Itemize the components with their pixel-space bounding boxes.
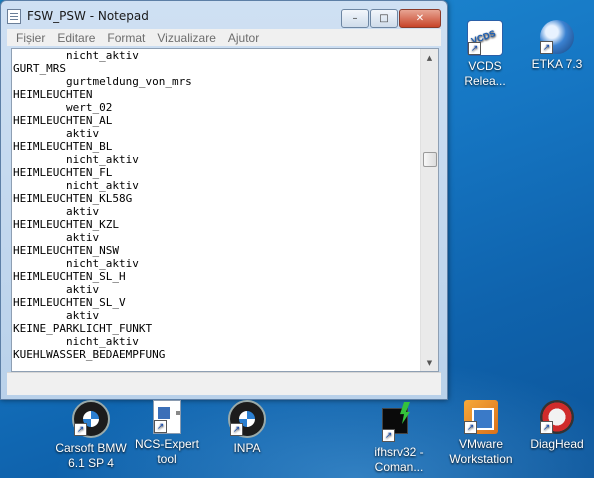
title-bar[interactable]: FSW_PSW - Notepad – □ ✕ [1, 1, 447, 29]
maximize-button[interactable]: □ [370, 9, 398, 28]
editor-line: gurtmeldung_von_mrs [13, 75, 192, 88]
desktop-icon-label: ifhsrv32 - Coman... [374, 445, 424, 474]
desktop-icon-label: INPA [233, 441, 261, 455]
editor-line: aktiv [13, 309, 100, 322]
menu-view[interactable]: Vizualizare [157, 31, 215, 45]
menu-file[interactable]: Fișier [16, 31, 45, 45]
editor-content[interactable]: nicht_aktiv GURT_MRS gurtmeldung_von_mrs H… [13, 49, 420, 361]
shortcut-arrow-icon: ↗ [154, 420, 167, 433]
editor-line: HEIMLEUCHTEN_SL_H [13, 270, 126, 283]
window-bottom-frame [7, 372, 441, 395]
editor-line: nicht_aktiv [13, 257, 139, 270]
editor-line: HEIMLEUCHTEN_FL [13, 166, 113, 179]
shortcut-arrow-icon: ↗ [74, 423, 87, 436]
desktop-icon-label: VCDS Releа... [464, 59, 506, 88]
desktop-icon-label: Carsoft BMW 6.1 SP 4 [55, 441, 127, 470]
notepad-window[interactable]: FSW_PSW - Notepad – □ ✕ Fișier Editare F… [0, 0, 448, 400]
desktop-icon-inpa[interactable]: ↗ INPA [210, 400, 284, 456]
bmw-logo-icon: ↗ [72, 400, 110, 438]
editor-line: aktiv [13, 127, 100, 140]
desktop-icon-label: NCS-Expert tool [134, 437, 199, 466]
notepad-app-icon[interactable] [7, 9, 21, 24]
shortcut-arrow-icon: ↗ [540, 421, 553, 434]
menu-bar: Fișier Editare Format Vizualizare Ajutor [7, 29, 441, 46]
minimize-button[interactable]: – [341, 9, 369, 28]
desktop-icon-label: DiagHead [530, 437, 584, 451]
bmw-logo-icon: ↗ [228, 400, 266, 438]
menu-format[interactable]: Format [107, 31, 145, 45]
editor-line: HEIMLEUCHTEN_NSW [13, 244, 119, 257]
editor-line: nicht_aktiv [13, 49, 139, 62]
desktop-icon-label: VMware Workstation [449, 437, 513, 466]
desktop-icon-vmware[interactable]: ↗ VMware Workstation [442, 400, 520, 467]
desktop-icon-ifhsrv32[interactable]: ↗ ifhsrv32 - Coman... [362, 400, 436, 475]
text-editor[interactable]: nicht_aktiv GURT_MRS gurtmeldung_von_mrs H… [11, 48, 439, 372]
editor-line: HEIMLEUCHTEN_AL [13, 114, 113, 127]
editor-line: GURT_MRS [13, 62, 66, 75]
editor-line: HEIMLEUCHTEN_SL_V [13, 296, 126, 309]
desktop-icon-carsoft[interactable]: ↗ Carsoft BMW 6.1 SP 4 [52, 400, 130, 471]
editor-line: KUEHLWASSER_BEDAEMPFUNG [13, 348, 166, 361]
ncs-expert-icon: ↗ [153, 400, 181, 434]
editor-line: nicht_aktiv [13, 179, 139, 192]
diaghead-icon: ↗ [540, 400, 574, 434]
ifhsrv32-icon: ↗ [382, 408, 416, 442]
scroll-up-arrow-icon[interactable]: ▲ [421, 49, 438, 66]
shortcut-arrow-icon: ↗ [540, 41, 553, 54]
scroll-thumb[interactable] [423, 152, 437, 167]
editor-line: KEINE_PARKLICHT_FUNKT [13, 322, 153, 335]
shortcut-arrow-icon: ↗ [382, 429, 395, 442]
desktop-icon-etka[interactable]: ↗ ETKA 7.3 [520, 20, 594, 72]
shortcut-arrow-icon: ↗ [464, 421, 477, 434]
editor-line: aktiv [13, 205, 100, 218]
editor-line: nicht_aktiv [13, 153, 139, 166]
editor-line: HEIMLEUCHTEN [13, 88, 93, 101]
close-button[interactable]: ✕ [399, 9, 441, 28]
desktop-icon-diaghead[interactable]: ↗ DiagHead [520, 400, 594, 452]
window-title: FSW_PSW - Notepad [27, 9, 149, 23]
scroll-down-arrow-icon[interactable]: ▼ [421, 354, 438, 371]
menu-edit[interactable]: Editare [57, 31, 95, 45]
shortcut-arrow-icon: ↗ [230, 423, 243, 436]
etka-icon: ↗ [540, 20, 574, 54]
editor-line: nicht_aktiv [13, 335, 139, 348]
editor-line: HEIMLEUCHTEN_KZL [13, 218, 119, 231]
menu-help[interactable]: Ajutor [228, 31, 259, 45]
desktop-icon-vcds[interactable]: ↗ VCDS Releа... [448, 20, 522, 89]
editor-line: HEIMLEUCHTEN_KL58G [13, 192, 133, 205]
window-controls: – □ ✕ [340, 9, 441, 28]
shortcut-arrow-icon: ↗ [468, 42, 481, 55]
vertical-scrollbar[interactable]: ▲ ▼ [420, 49, 438, 371]
desktop-icon-ncs-expert[interactable]: ↗ NCS-Expert tool [130, 400, 204, 467]
editor-line: aktiv [13, 283, 100, 296]
editor-line: HEIMLEUCHTEN_BL [13, 140, 113, 153]
vcds-icon: ↗ [467, 20, 503, 56]
editor-line: aktiv [13, 231, 100, 244]
vmware-icon: ↗ [464, 400, 498, 434]
editor-line: wert_02 [13, 101, 113, 114]
desktop-icon-label: ETKA 7.3 [531, 57, 583, 71]
